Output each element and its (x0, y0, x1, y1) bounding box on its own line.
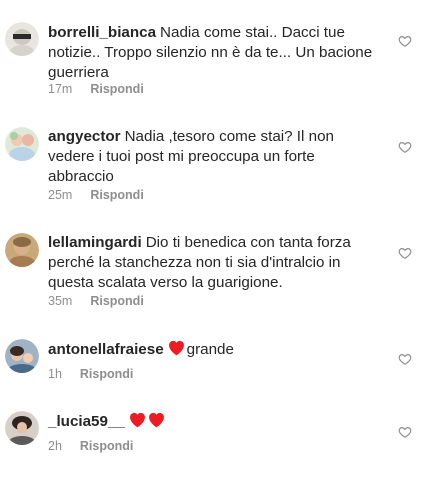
comment-body: _lucia59__ (48, 412, 374, 432)
reply-button[interactable]: Rispondi (90, 294, 143, 308)
reply-button[interactable]: Rispondi (90, 82, 143, 96)
comment-body: lellamingardi Dio ti benedica con tanta f… (48, 233, 374, 293)
comment-time: 25m (48, 188, 73, 202)
comment-meta: 25m Rispondi (48, 188, 144, 202)
heart-outline-icon[interactable] (398, 425, 412, 439)
comment-username[interactable]: angyector (48, 128, 121, 145)
red-heart-emoji (168, 340, 185, 356)
reply-button[interactable]: Rispondi (80, 367, 133, 381)
heart-outline-icon[interactable] (398, 140, 412, 154)
comment-time: 1h (48, 367, 62, 381)
comment-username[interactable]: lellamingardi (48, 234, 142, 251)
reply-button[interactable]: Rispondi (80, 439, 133, 453)
heart-outline-icon[interactable] (398, 34, 412, 48)
red-heart-emoji (129, 412, 146, 428)
avatar[interactable] (5, 233, 39, 267)
heart-outline-icon[interactable] (398, 246, 412, 260)
comment-body: angyector Nadia ,tesoro come stai? Il non… (48, 127, 374, 187)
heart-outline-icon[interactable] (398, 352, 412, 366)
avatar[interactable] (5, 411, 39, 445)
comment-body: borrelli_bianca Nadia come stai.. Dacci t… (48, 23, 374, 83)
comment-meta: 2h Rispondi (48, 439, 133, 453)
comment-body: antonellafraiese grande (48, 340, 374, 360)
comment-meta: 17m Rispondi (48, 82, 144, 96)
avatar[interactable] (5, 22, 39, 56)
comment-time: 35m (48, 294, 73, 308)
avatar[interactable] (5, 127, 39, 161)
avatar[interactable] (5, 339, 39, 373)
comment-time: 17m (48, 82, 73, 96)
comment-time: 2h (48, 439, 62, 453)
comment-text: grande (186, 341, 234, 358)
comment-meta: 1h Rispondi (48, 367, 133, 381)
comment-username[interactable]: borrelli_bianca (48, 24, 156, 41)
red-heart-emoji (148, 412, 165, 428)
comment-username[interactable]: antonellafraiese (48, 341, 164, 358)
comment-username[interactable]: _lucia59__ (48, 413, 125, 430)
comment-meta: 35m Rispondi (48, 294, 144, 308)
reply-button[interactable]: Rispondi (90, 188, 143, 202)
